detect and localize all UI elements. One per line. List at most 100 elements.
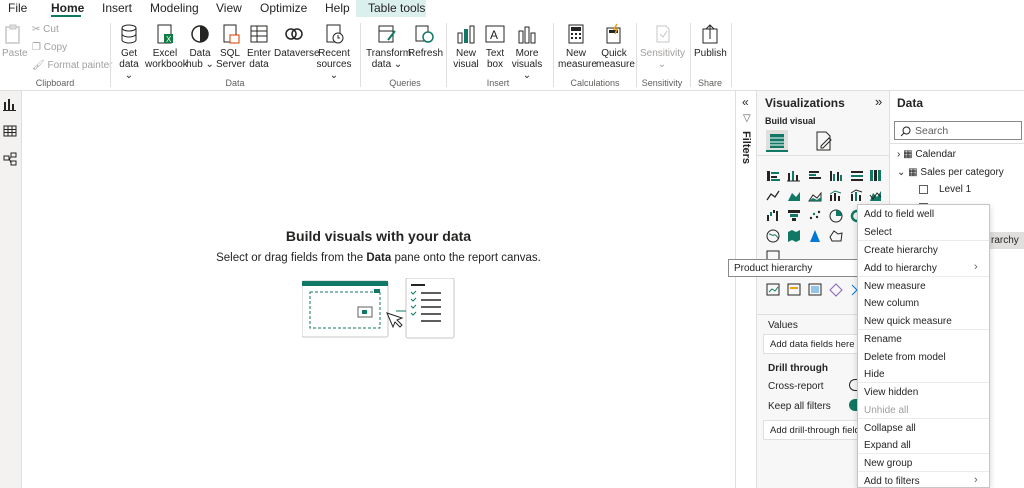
canvas-sub-bold: Data [366,252,392,264]
table-calendar-label: Calendar [915,149,956,160]
separator [757,155,890,156]
sql-server-button[interactable]: SQL Server [216,23,245,70]
menu-select[interactable]: Select [864,227,892,238]
sensitivity-icon [656,25,670,43]
publish-icon [702,24,718,44]
menu-help[interactable]: Help [325,1,350,15]
menu-add-to-filters[interactable]: Add to filters [864,476,920,487]
excel-label-2: workbook [145,59,188,70]
canvas-heading: Build visuals with your data [285,228,472,244]
viz-title: Visualizations [765,96,845,110]
menu-delete-from-model[interactable]: Delete from model [864,352,946,363]
separator [636,23,637,87]
filters-pane-collapsed[interactable]: « ▽ Filters [735,91,757,488]
quick-measure-icon [606,23,621,44]
queries-group-label: Queries [389,78,421,88]
menu-insert[interactable]: Insert [102,1,132,15]
clipboard-group-label: Clipboard [35,78,75,88]
menu-rename[interactable]: Rename [864,334,902,345]
sensitivity-button[interactable]: Sensitivity ⌄ [640,23,685,70]
collapse-left-icon[interactable]: « [742,95,749,109]
format-visual-icon[interactable] [815,131,833,151]
ribbon-chart-icon [869,191,882,201]
menu-table-tools[interactable]: Table tools [368,1,425,15]
menu-add-to-hierarchy[interactable]: Add to hierarchy [864,263,937,274]
excel-workbook-button[interactable]: X Excel workbook [145,23,188,70]
enter-data-button[interactable]: Enter data [245,23,273,70]
data-hub-button[interactable]: Data hub ⌄ [186,23,214,70]
get-data-button[interactable]: Get data ⌄ [114,23,144,81]
format-painter-button[interactable]: 🖌 Format painter [32,60,113,71]
model-view-icon[interactable] [3,152,17,166]
menu-modeling[interactable]: Modeling [150,1,199,15]
new-measure-button[interactable]: New measure [558,23,597,70]
add-data-fields-well[interactable]: Add data fields here [763,334,859,354]
menu-view-hidden[interactable]: View hidden [864,387,918,398]
build-visual-tab[interactable] [766,130,788,152]
separator [858,329,989,330]
quick-measure-label-1: Quick [601,48,627,59]
publish-button[interactable]: Publish [694,23,727,59]
dataverse-button[interactable]: Dataverse [274,23,320,59]
menu-home[interactable]: Home [51,1,84,15]
field-level-1[interactable]: Level 1 [939,184,971,195]
report-view-icon[interactable] [3,97,17,111]
menu-collapse-all[interactable]: Collapse all [864,423,916,434]
new-visual-button[interactable]: New visual [452,23,480,70]
values-label: Values [768,320,798,331]
stacked-bar-chart-icon [767,171,780,181]
menu-add-to-field-well[interactable]: Add to field well [864,209,934,220]
chevron-right-icon: › [974,474,978,486]
build-visual-illustration [302,278,455,339]
clustered-bar-chart-icon [809,171,821,179]
build-visual-label: Build visual [765,116,816,126]
transform-label-1: Transform [366,48,412,59]
new-measure-label-2: measure [558,59,597,70]
refresh-button[interactable]: Refresh [408,23,444,59]
recent-sources-icon [326,24,344,44]
menu-new-group[interactable]: New group [864,458,912,469]
table-calendar[interactable]: › ▦ Calendar [897,149,956,160]
dataverse-icon [285,28,303,40]
refresh-icon [415,25,434,43]
more-visuals-button[interactable]: More visuals ⌄ [508,23,546,81]
text-box-button[interactable]: A Text box [482,23,508,70]
menu-new-column[interactable]: New column [864,298,919,309]
menu-new-measure[interactable]: New measure [864,281,926,292]
separator [690,23,691,87]
azure-map-icon [810,230,820,242]
menu-create-hierarchy[interactable]: Create hierarchy [864,245,938,256]
refresh-label: Refresh [408,48,444,59]
100pct-bar-chart-icon [851,171,863,181]
slicer-icon [787,283,801,296]
quick-measure-button[interactable]: Quick measure [596,23,635,70]
paste-button[interactable]: Paste [2,23,28,59]
copy-icon: ❐ [32,42,44,53]
more-visuals-label-1: More [515,48,539,59]
add-drill-through-well[interactable]: Add drill-through fields [763,420,859,440]
data-search-box[interactable]: Search [894,121,1022,140]
cut-button[interactable]: ✂ Cut [32,24,59,35]
paste-label: Paste [2,48,28,59]
text-box-icon: A [485,25,505,43]
table-sales-per-category[interactable]: ⌄ ▦ Sales per category [897,167,1004,178]
transform-data-button[interactable]: Transform data ⌄ [366,23,412,70]
menu-optimize[interactable]: Optimize [260,1,307,15]
menu-expand-all[interactable]: Expand all [864,440,911,451]
calculator-icon [568,24,584,44]
menu-unhide-all[interactable]: Unhide all [864,405,908,416]
map-icon [766,229,780,243]
area-chart-icon [788,192,800,201]
expand-right-icon[interactable]: » [875,94,882,109]
table-view-icon[interactable] [3,124,17,138]
menu-new-quick-measure[interactable]: New quick measure [864,316,952,327]
copy-button[interactable]: ❐ Copy [32,42,67,53]
report-canvas[interactable]: Build visuals with your data Select or d… [22,91,735,488]
funnel-chart-icon [788,210,800,221]
menu-hide[interactable]: Hide [864,369,885,380]
menu-file[interactable]: File [8,1,27,15]
clustered-column-chart-icon [830,171,842,181]
menu-view[interactable]: View [216,1,242,15]
recent-sources-button[interactable]: Recent sources ⌄ [314,23,354,81]
field-checkbox[interactable] [919,185,928,194]
